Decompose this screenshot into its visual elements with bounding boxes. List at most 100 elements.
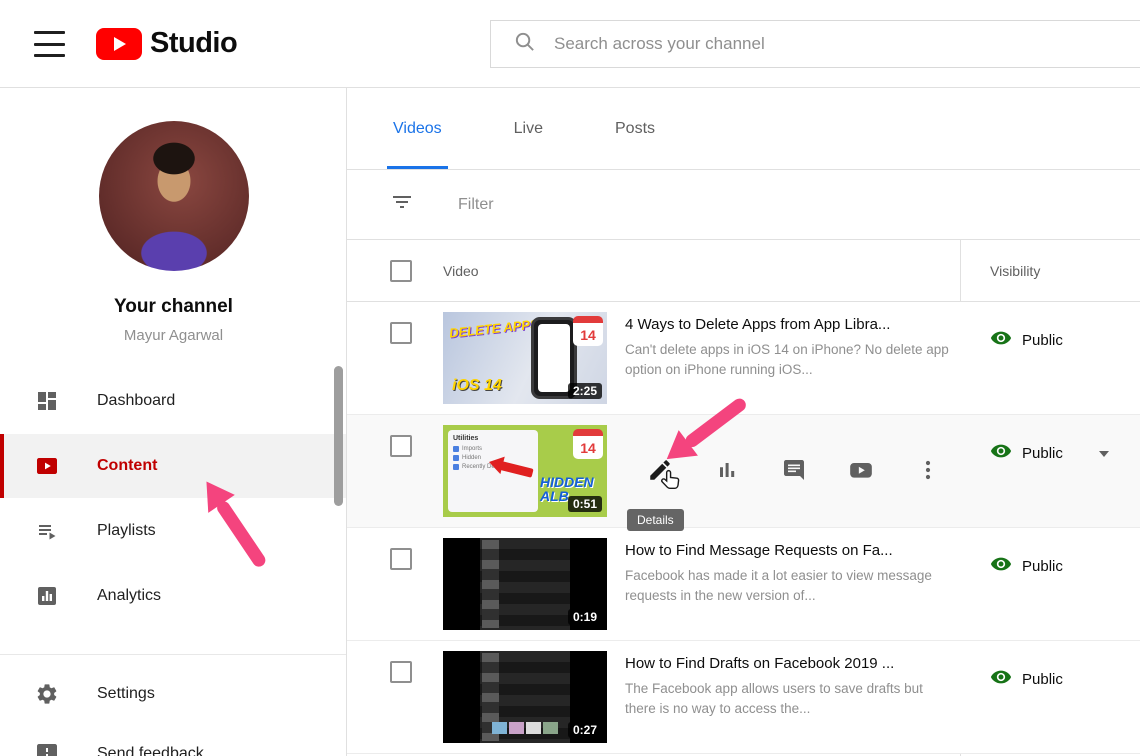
row-checkbox[interactable] [390, 548, 412, 570]
youtube-studio-app: Studio Your channel Mayur Agarwal Dashbo… [0, 0, 1140, 756]
table-header: Video Visibility [347, 240, 1140, 302]
public-eye-icon [990, 440, 1012, 467]
row-checkbox[interactable] [390, 322, 412, 344]
video-rows: DELETE APPS iOS 14 14 2:25 4 Ways to Del… [347, 302, 1140, 754]
thumbnail-text: Utilities [453, 435, 533, 442]
channel-search-bar [490, 20, 1140, 68]
video-title[interactable]: How to Find Drafts on Facebook 2019 ... [625, 655, 951, 672]
settings-gear-icon [35, 682, 59, 706]
table-row: DELETE APPS iOS 14 14 2:25 4 Ways to Del… [347, 302, 1140, 415]
video-title[interactable]: How to Find Message Requests on Fa... [625, 542, 951, 559]
mouse-cursor-hand [659, 469, 683, 500]
video-duration: 0:27 [568, 722, 602, 738]
youtube-studio-logo[interactable]: Studio [96, 27, 237, 60]
sidebar-item-send-feedback[interactable]: Send feedback [0, 722, 346, 756]
calendar-badge: 14 [573, 429, 603, 459]
filter-icon [390, 190, 414, 219]
thumbnail-strip-graphic [492, 722, 558, 734]
calendar-badge: 14 [573, 316, 603, 346]
search-input[interactable] [554, 34, 1074, 54]
table-row: 0:27 How to Find Drafts on Facebook 2019… [347, 641, 1140, 754]
content-main: Videos Live Posts Filter Video Visibilit… [347, 88, 1140, 756]
tab-live[interactable]: Live [514, 88, 543, 169]
table-row: 0:19 How to Find Message Requests on Fa.… [347, 528, 1140, 641]
tab-videos[interactable]: Videos [393, 88, 442, 169]
content-icon [35, 454, 59, 478]
tab-label: Live [514, 120, 543, 138]
visibility-label: Public [1022, 332, 1063, 349]
public-eye-icon [990, 666, 1012, 693]
filter-bar[interactable]: Filter [347, 170, 1140, 240]
details-tooltip: Details [627, 509, 684, 531]
video-description: Facebook has made it a lot easier to vie… [625, 566, 951, 607]
video-thumbnail[interactable]: 0:27 [443, 651, 607, 743]
sidebar-scrollbar[interactable] [334, 366, 343, 506]
view-on-youtube-icon[interactable] [848, 457, 874, 483]
feedback-icon [35, 742, 59, 756]
column-header-visibility: Visibility [990, 263, 1040, 279]
thumbnail-text: Hidden [462, 455, 481, 461]
thumbnail-text: iOS 14 [452, 377, 502, 395]
search-icon [513, 30, 536, 58]
sidebar-item-label: Content [97, 457, 157, 475]
studio-logo-text: Studio [150, 27, 237, 60]
visibility-label: Public [1022, 671, 1063, 688]
sidebar-item-content[interactable]: Content [0, 434, 346, 498]
sidebar-item-settings[interactable]: Settings [0, 662, 346, 726]
playlists-icon [35, 519, 59, 543]
video-thumbnail[interactable]: 0:19 [443, 538, 607, 630]
sidebar-item-playlists[interactable]: Playlists [0, 499, 346, 563]
table-row-hovered: Utilities Imports Hidden Recently Delete… [347, 415, 1140, 528]
video-description: The Facebook app allows users to save dr… [625, 679, 951, 720]
video-thumbnail[interactable]: DELETE APPS iOS 14 14 2:25 [443, 312, 607, 404]
row-checkbox[interactable] [390, 661, 412, 683]
sidebar-divider [0, 654, 346, 655]
channel-content-tabs: Videos Live Posts [347, 88, 1140, 170]
more-options-dots-icon[interactable] [915, 457, 941, 483]
dashboard-icon [35, 389, 59, 413]
sidebar-item-label: Dashboard [97, 392, 175, 410]
video-thumbnail[interactable]: Utilities Imports Hidden Recently Delete… [443, 425, 607, 517]
column-header-video: Video [443, 263, 479, 279]
thumbnail-text: DELETE APPS [448, 316, 539, 340]
filter-label: Filter [458, 196, 494, 214]
top-header: Studio [0, 0, 1140, 88]
visibility-cell: Public [990, 666, 1063, 693]
select-all-checkbox[interactable] [390, 260, 412, 282]
youtube-play-logo-icon [96, 28, 142, 60]
screenshot-graphic [480, 538, 570, 630]
visibility-cell: Public [990, 553, 1063, 580]
visibility-cell[interactable]: Public [990, 440, 1109, 467]
sidebar-item-label: Analytics [97, 587, 161, 605]
channel-name: Mayur Agarwal [0, 327, 347, 344]
row-hover-actions [647, 457, 941, 483]
tab-posts[interactable]: Posts [615, 88, 655, 169]
video-duration: 0:19 [568, 609, 602, 625]
sidebar-item-analytics[interactable]: Analytics [0, 564, 346, 628]
analytics-bars-icon[interactable] [714, 457, 740, 483]
comments-icon[interactable] [781, 457, 807, 483]
video-description: Can't delete apps in iOS 14 on iPhone? N… [625, 340, 951, 381]
analytics-icon [35, 584, 59, 608]
video-duration: 0:51 [568, 496, 602, 512]
visibility-dropdown-caret-icon[interactable] [1099, 451, 1109, 457]
tab-label: Posts [615, 120, 655, 138]
sidebar: Your channel Mayur Agarwal Dashboard Con… [0, 88, 347, 756]
visibility-label: Public [1022, 558, 1063, 575]
channel-label: Your channel [0, 296, 347, 318]
public-eye-icon [990, 327, 1012, 354]
video-duration: 2:25 [568, 383, 602, 399]
thumbnail-text: Imports [462, 446, 482, 452]
sidebar-item-dashboard[interactable]: Dashboard [0, 369, 346, 433]
video-title[interactable]: 4 Ways to Delete Apps from App Libra... [625, 316, 951, 333]
visibility-cell: Public [990, 327, 1063, 354]
row-checkbox[interactable] [390, 435, 412, 457]
hamburger-menu-icon[interactable] [34, 31, 65, 57]
visibility-label: Public [1022, 445, 1063, 462]
sidebar-item-label: Send feedback [97, 745, 204, 756]
public-eye-icon [990, 553, 1012, 580]
channel-avatar [99, 121, 249, 271]
tab-label: Videos [393, 120, 442, 138]
sidebar-item-label: Playlists [97, 522, 156, 540]
sidebar-item-label: Settings [97, 685, 155, 703]
